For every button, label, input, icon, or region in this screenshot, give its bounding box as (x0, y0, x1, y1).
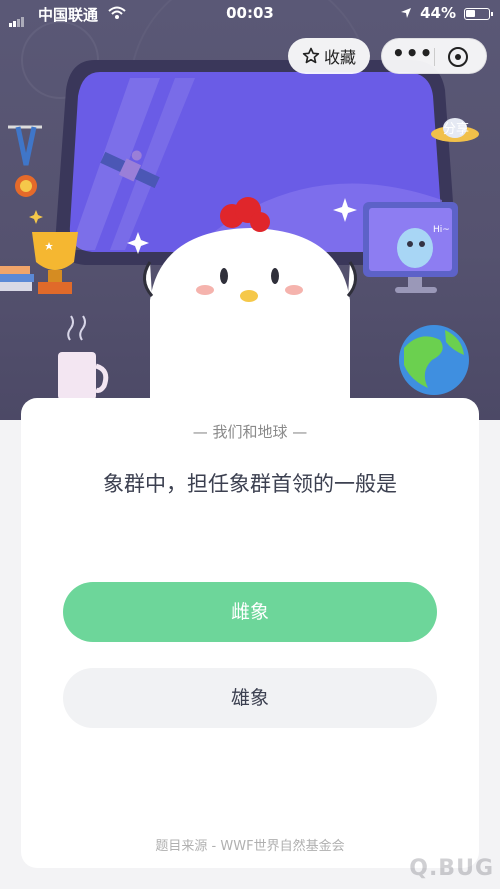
location-arrow-icon (401, 8, 411, 18)
battery-icon (464, 8, 493, 20)
quiz-card: — 我们和地球 — 象群中，担任象群首领的一般是 雌象 雄象 题目来源 - WW… (21, 398, 479, 868)
status-bar: 中国联通 00:03 44% (0, 0, 500, 28)
miniapp-capsule: ••• (381, 38, 487, 74)
star-icon (302, 47, 320, 64)
monitor-hi-text: Hi~ (433, 225, 450, 235)
battery-percent: 44% (420, 4, 456, 22)
quiz-source: 题目来源 - WWF世界自然基金会 (155, 839, 345, 854)
quiz-category: — 我们和地球 — (192, 423, 308, 441)
favorite-button[interactable]: 收藏 (288, 38, 370, 74)
share-label: 分享 (442, 122, 469, 137)
answer-option-a[interactable]: 雌象 (63, 582, 437, 642)
close-miniapp-icon[interactable] (446, 45, 470, 69)
quiz-question: 象群中，担任象群首领的一般是 (103, 472, 397, 496)
answer-option-b[interactable]: 雄象 (63, 668, 437, 728)
more-button[interactable]: ••• (392, 43, 432, 69)
capsule-divider (434, 48, 435, 66)
favorite-label: 收藏 (323, 48, 356, 67)
watermark-logo: Q.BUG (409, 856, 494, 881)
share-button[interactable]: 分享 (432, 118, 480, 137)
